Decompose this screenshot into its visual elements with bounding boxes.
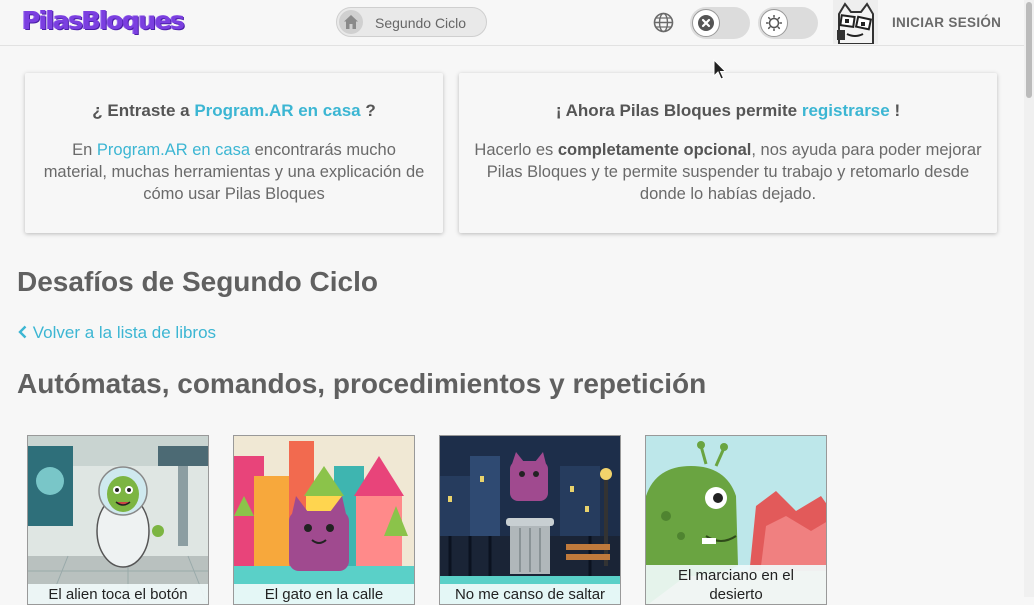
breadcrumb-label[interactable]: Segundo Ciclo — [375, 15, 466, 31]
challenge-title: El marciano en el desierto — [646, 565, 826, 604]
card-title: ¡ Ahora Pilas Bloques permite registrars… — [473, 101, 983, 121]
card-body-text: En — [72, 141, 97, 159]
cat-street-thumbnail — [234, 436, 414, 604]
alien-button-thumbnail — [28, 436, 208, 604]
card-body: En Program.AR en casa encontrarás mucho … — [39, 139, 429, 205]
back-link-label[interactable]: Volver a la lista de libros — [33, 323, 216, 342]
toggle-knob — [760, 9, 788, 37]
page-scrollbar[interactable] — [1024, 0, 1034, 597]
toggle-knob — [692, 9, 720, 37]
scrollbar-thumb[interactable] — [1026, 2, 1032, 98]
challenge-card[interactable]: No me canso de saltar — [439, 435, 621, 605]
register-card: ¡ Ahora Pilas Bloques permite registrars… — [459, 73, 997, 233]
contrast-toggle[interactable] — [690, 7, 750, 39]
challenge-title: El gato en la calle — [234, 584, 414, 604]
sun-icon — [766, 15, 782, 31]
section-title: Autómatas, comandos, procedimientos y re… — [17, 368, 707, 399]
card-body-text: Hacerlo es — [474, 141, 558, 159]
home-button[interactable] — [339, 10, 363, 34]
mouse-cursor-icon — [713, 59, 727, 80]
program-ar-body-link[interactable]: Program.AR en casa — [97, 141, 250, 159]
register-link[interactable]: registrarse — [802, 101, 890, 120]
close-icon — [698, 15, 714, 31]
challenge-card[interactable]: El gato en la calle — [233, 435, 415, 605]
chevron-left-icon — [18, 325, 27, 339]
challenge-title: No me canso de saltar — [440, 584, 620, 604]
avatar[interactable] — [833, 0, 878, 44]
card-title-text: ¡ Ahora Pilas Bloques permite — [555, 101, 802, 120]
app-logo[interactable]: PilasBloques — [22, 6, 185, 35]
card-body: Hacerlo es completamente opcional, nos a… — [473, 139, 983, 205]
login-button[interactable]: INICIAR SESIÓN — [892, 15, 1001, 30]
program-ar-link[interactable]: Program.AR en casa — [194, 101, 360, 120]
card-title-text: ! — [889, 101, 901, 120]
challenge-title: El alien toca el botón — [28, 584, 208, 604]
challenge-card[interactable]: El marciano en el desierto — [645, 435, 827, 605]
program-ar-card: ¿ Entraste a Program.AR en casa ? En Pro… — [25, 73, 443, 233]
challenge-card[interactable]: El alien toca el botón — [27, 435, 209, 605]
card-title-text: ¿ Entraste a — [92, 101, 195, 120]
card-title: ¿ Entraste a Program.AR en casa ? — [39, 101, 429, 121]
optional-emphasis: completamente opcional — [557, 141, 752, 159]
home-icon — [344, 15, 358, 29]
jump-thumbnail — [440, 436, 620, 604]
theme-toggle[interactable] — [758, 7, 818, 39]
card-title-text: ? — [360, 101, 376, 120]
globe-icon[interactable] — [653, 12, 674, 33]
top-bar: PilasBloques Segundo Ciclo INICIAR SESIÓ… — [0, 0, 1024, 46]
breadcrumb[interactable]: Segundo Ciclo — [336, 7, 487, 37]
page-title: Desafíos de Segundo Ciclo — [17, 266, 378, 297]
user-avatar-icon — [833, 0, 878, 44]
back-to-books-link[interactable]: Volver a la lista de libros — [17, 323, 216, 343]
